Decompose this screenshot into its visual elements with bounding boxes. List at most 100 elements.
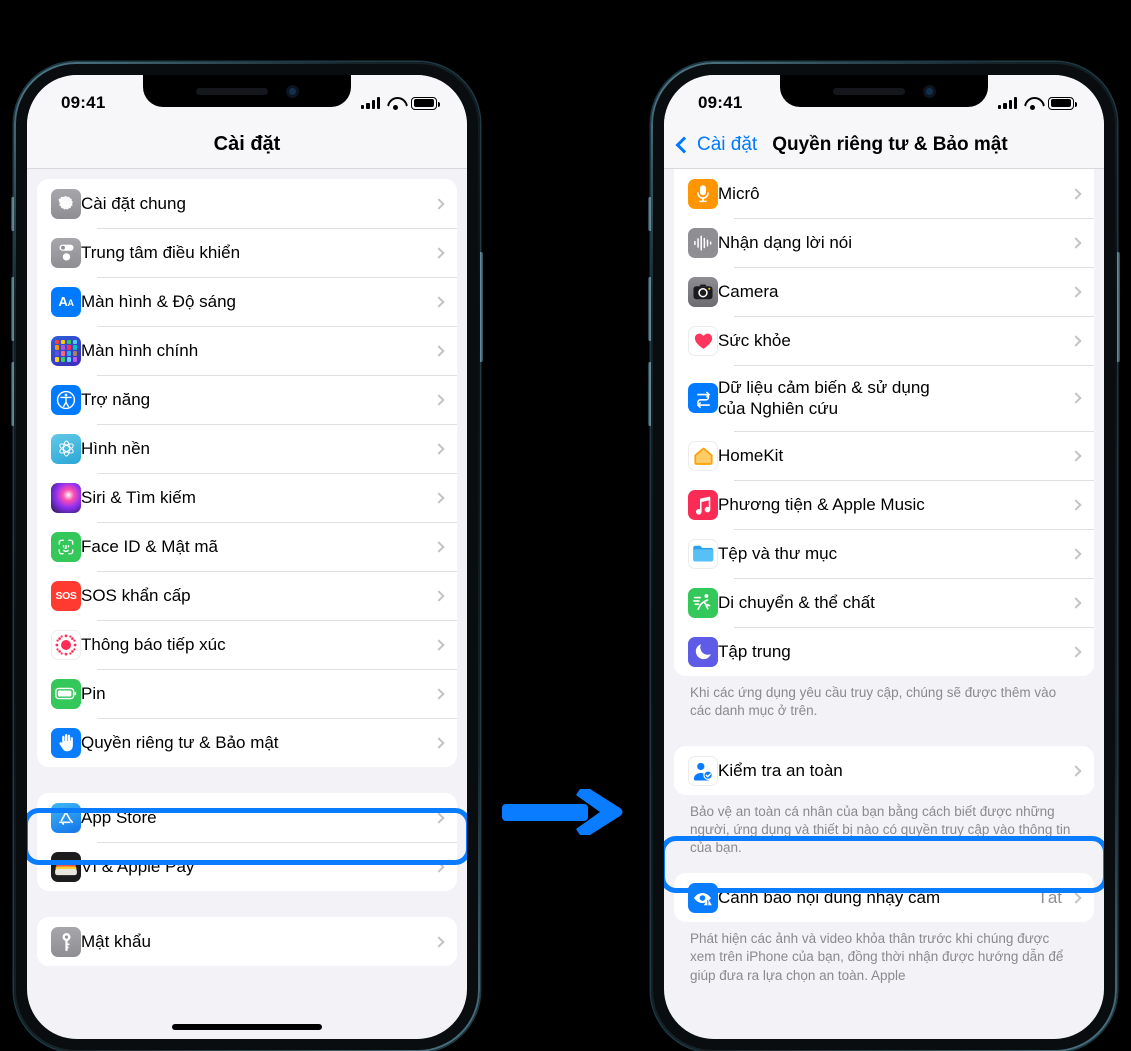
left-nav-title: Cài đặt bbox=[27, 121, 467, 169]
settings-row-label: Micrô bbox=[718, 183, 760, 203]
settings-row[interactable]: Trung tâm điều khiển bbox=[37, 228, 457, 277]
chevron-right-icon bbox=[433, 935, 445, 948]
sensitive-content-group: Cảnh báo nội dung nhạy cảm Tắt bbox=[674, 873, 1094, 923]
mute-switch-button[interactable] bbox=[648, 197, 653, 231]
chevron-right-icon bbox=[1070, 892, 1082, 904]
volume-up-button[interactable] bbox=[11, 277, 16, 341]
chevron-right-icon bbox=[1070, 449, 1082, 462]
status-time: 09:41 bbox=[61, 93, 106, 112]
settings-row[interactable]: Siri & Tìm kiếm bbox=[37, 473, 457, 522]
footnote-sensitive-content: Phát hiện các ảnh và video khỏa thân trư… bbox=[690, 931, 1064, 983]
footnote-safety-check: Bảo vệ an toàn cá nhân của bạn bằng cách… bbox=[690, 804, 1071, 856]
settings-row[interactable]: Nhận dạng lời nói bbox=[674, 218, 1094, 267]
settings-row[interactable]: Camera bbox=[674, 267, 1094, 316]
settings-row[interactable]: Dữ liệu cảm biến & sử dụng của Nghiên cứu bbox=[674, 365, 1094, 431]
settings-row-label: Tệp và thư mục bbox=[718, 543, 838, 563]
chevron-right-icon bbox=[433, 393, 445, 406]
home-indicator[interactable] bbox=[172, 1024, 322, 1030]
apple-music-icon bbox=[688, 489, 718, 520]
right-arrow-icon bbox=[502, 789, 623, 835]
back-button-label[interactable]: Cài đặt bbox=[697, 134, 757, 156]
home-screen-icon bbox=[51, 335, 81, 366]
chevron-right-icon bbox=[1070, 498, 1082, 511]
settings-row[interactable]: Tệp và thư mục bbox=[674, 529, 1094, 578]
settings-row[interactable]: Tập trung bbox=[674, 627, 1094, 676]
settings-row[interactable]: Cài đặt chung bbox=[37, 179, 457, 228]
settings-row[interactable]: Hình nền bbox=[37, 424, 457, 473]
wifi-icon bbox=[387, 97, 404, 110]
settings-group-general: Cài đặt chung Trung tâm điều khiển AA Màn h… bbox=[37, 179, 457, 767]
motion-fitness-icon bbox=[688, 587, 718, 618]
settings-row-label: Dữ liệu cảm biến & sử dụng của Nghiên cứu bbox=[718, 377, 930, 418]
volume-down-button[interactable] bbox=[648, 362, 653, 426]
settings-row[interactable]: Kiểm tra an toàn bbox=[674, 746, 1094, 796]
settings-row[interactable]: Mật khẩu bbox=[37, 917, 457, 966]
status-time: 09:41 bbox=[698, 93, 743, 112]
chevron-right-icon bbox=[433, 197, 445, 210]
settings-row[interactable]: AA Màn hình & Độ sáng bbox=[37, 277, 457, 326]
chevron-right-icon bbox=[433, 295, 445, 308]
passwords-key-icon bbox=[51, 926, 81, 957]
chevron-right-icon bbox=[1070, 596, 1082, 609]
sensitive-content-icon bbox=[688, 882, 718, 913]
volume-up-button[interactable] bbox=[648, 277, 653, 341]
mute-switch-button[interactable] bbox=[11, 197, 16, 231]
microphone-icon bbox=[688, 178, 718, 209]
gear-icon bbox=[51, 188, 81, 219]
settings-row[interactable]: SOS SOS khẩn cấp bbox=[37, 571, 457, 620]
chevron-right-icon bbox=[433, 442, 445, 455]
power-button[interactable] bbox=[478, 252, 483, 362]
speech-recognition-icon bbox=[688, 227, 718, 258]
safety-check-group: Kiểm tra an toàn bbox=[674, 746, 1094, 796]
settings-row[interactable]: Ví & Apple Pay bbox=[37, 842, 457, 891]
settings-row[interactable]: Quyền riêng tư & Bảo mật bbox=[37, 718, 457, 767]
chevron-right-icon bbox=[1070, 187, 1082, 200]
control-center-icon bbox=[51, 237, 81, 268]
health-heart-icon bbox=[688, 325, 718, 356]
chevron-right-icon bbox=[1070, 236, 1082, 249]
settings-row-label: Pin bbox=[81, 683, 106, 703]
chevron-right-icon bbox=[433, 246, 445, 259]
chevron-right-icon bbox=[433, 589, 445, 602]
settings-row-label: Màn hình & Độ sáng bbox=[81, 291, 236, 311]
signal-bars-icon bbox=[361, 97, 380, 109]
chevron-right-icon bbox=[433, 736, 445, 749]
power-button[interactable] bbox=[1115, 252, 1120, 362]
settings-row-value: Tắt bbox=[1037, 887, 1062, 907]
settings-row[interactable]: Cảnh báo nội dung nhạy cảm Tắt bbox=[674, 873, 1094, 923]
settings-row[interactable]: Thông báo tiếp xúc bbox=[37, 620, 457, 669]
settings-row[interactable]: App Store bbox=[37, 793, 457, 842]
group-gap bbox=[664, 857, 1104, 873]
chevron-right-icon bbox=[433, 491, 445, 504]
privacy-hand-icon bbox=[51, 727, 81, 758]
volume-down-button[interactable] bbox=[11, 362, 16, 426]
chevron-right-icon bbox=[1070, 285, 1082, 298]
battery-icon bbox=[1048, 96, 1077, 110]
settings-row[interactable]: Màn hình chính bbox=[37, 326, 457, 375]
chevron-right-icon bbox=[1070, 764, 1082, 777]
settings-row[interactable]: HomeKit bbox=[674, 431, 1094, 480]
group-gap bbox=[664, 720, 1104, 746]
chevron-right-icon bbox=[1070, 645, 1082, 658]
settings-row-label: Màn hình chính bbox=[81, 340, 199, 360]
accessibility-icon bbox=[51, 384, 81, 415]
screenshot-stage: 09:41 Cài đặt Cài đặt chung Trung tâm điề… bbox=[0, 0, 1131, 1051]
back-chevron-icon[interactable] bbox=[675, 136, 693, 153]
focus-moon-icon bbox=[688, 636, 718, 667]
settings-row[interactable]: Trợ năng bbox=[37, 375, 457, 424]
settings-row-label: Hình nền bbox=[81, 438, 150, 458]
settings-row[interactable]: Sức khỏe bbox=[674, 316, 1094, 365]
settings-row[interactable]: Phương tiện & Apple Music bbox=[674, 480, 1094, 529]
settings-row-label: Tập trung bbox=[718, 641, 791, 661]
settings-row[interactable]: Di chuyển & thể chất bbox=[674, 578, 1094, 627]
settings-row-label: Camera bbox=[718, 281, 779, 301]
settings-row[interactable]: Pin bbox=[37, 669, 457, 718]
wallet-icon bbox=[51, 851, 81, 882]
settings-row[interactable]: Face ID & Mật mã bbox=[37, 522, 457, 571]
chevron-right-icon bbox=[433, 344, 445, 357]
settings-row[interactable]: Micrô bbox=[674, 169, 1094, 218]
settings-row-label: SOS khẩn cấp bbox=[81, 585, 191, 605]
settings-row-label: HomeKit bbox=[718, 445, 784, 465]
group-gap bbox=[27, 767, 467, 793]
settings-group-passwords: Mật khẩu bbox=[37, 917, 457, 966]
